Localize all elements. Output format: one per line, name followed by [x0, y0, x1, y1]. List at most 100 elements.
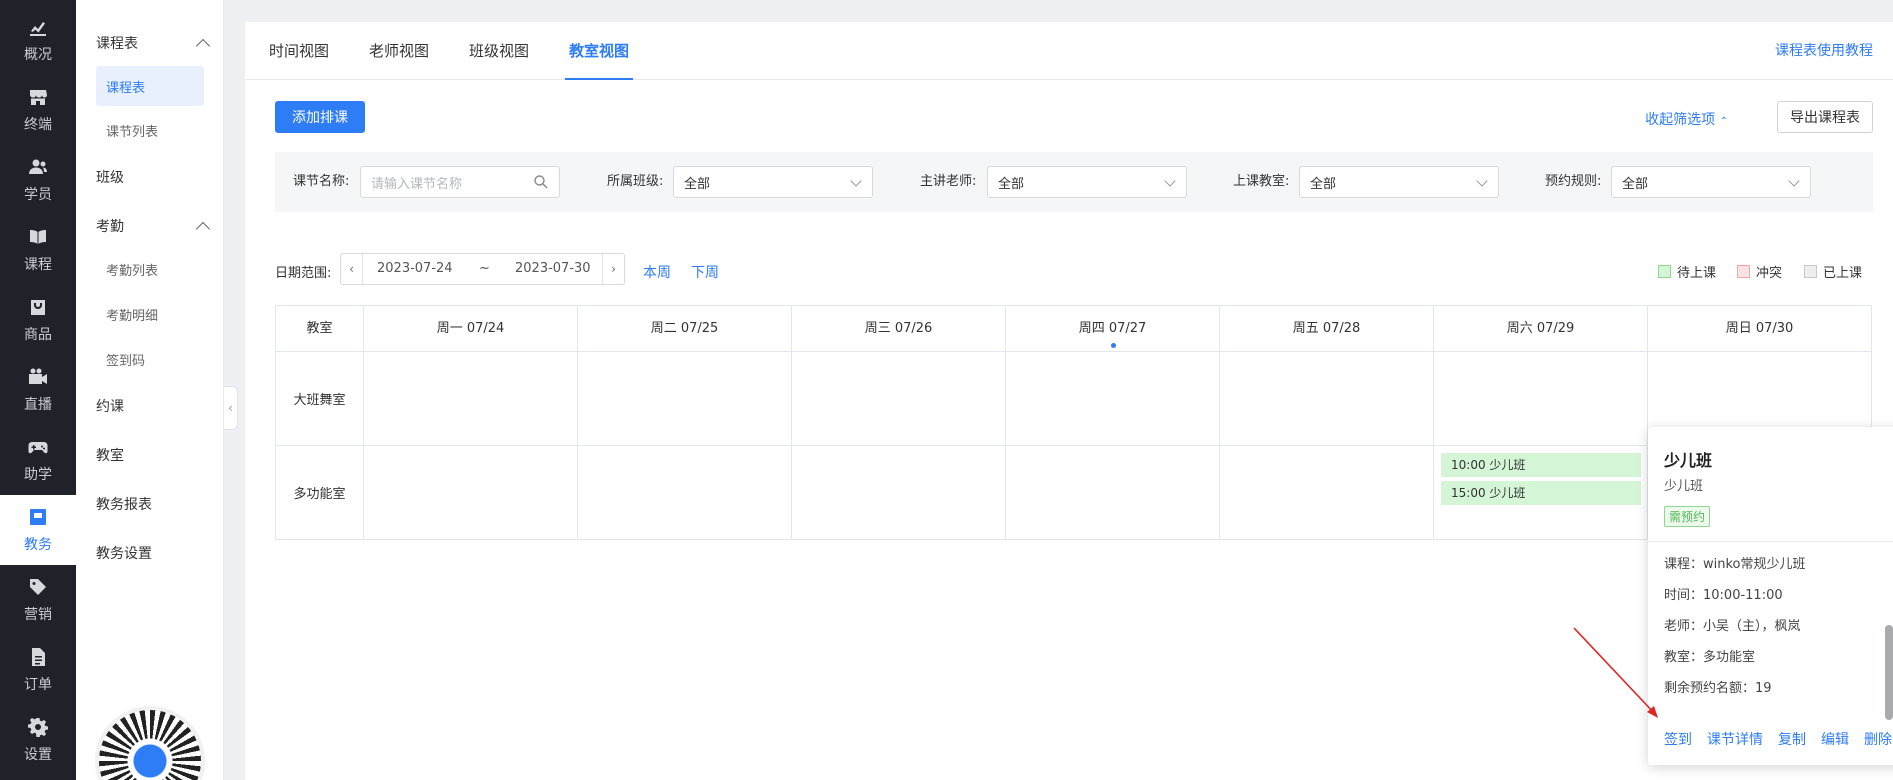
schedule-event[interactable]: 10:00 少儿班 — [1441, 453, 1641, 477]
calendar-icon — [27, 506, 49, 528]
tag-icon — [27, 576, 49, 598]
delete-action[interactable]: 删除 — [1864, 729, 1892, 749]
sidebar-item-schedule[interactable]: 课程表 — [96, 66, 204, 106]
tab-teacher-view[interactable]: 老师视图 — [369, 22, 429, 80]
grid-cell[interactable] — [364, 352, 578, 446]
sidebar-item-attendance-detail[interactable]: 考勤明细 — [76, 294, 224, 334]
filter-label-classroom: 上课教室: — [1233, 174, 1290, 189]
tab-class-view[interactable]: 班级视图 — [469, 22, 529, 80]
popover-title: 少儿班 — [1664, 451, 1713, 470]
filter-label-class: 所属班级: — [607, 174, 664, 189]
sidebar-item-attendance-list[interactable]: 考勤列表 — [76, 249, 224, 289]
nav-item-overview[interactable]: 概况 — [0, 5, 76, 75]
nav-item-terminal[interactable]: 终端 — [0, 75, 76, 145]
sidebar-item-label: 考勤列表 — [106, 263, 159, 279]
sidebar-item-class[interactable]: 班级 — [76, 157, 224, 197]
users-icon — [27, 156, 49, 178]
next-week-button[interactable]: › — [602, 254, 624, 284]
nav-item-orders[interactable]: 订单 — [0, 635, 76, 705]
next-week-link[interactable]: 下周 — [691, 262, 719, 282]
grid-cell[interactable] — [792, 352, 1006, 446]
date-range-picker[interactable]: ‹ 2023-07-24 ~ 2023-07-30 › — [340, 253, 625, 285]
nav-item-assist[interactable]: 助学 — [0, 425, 76, 495]
sidebar-item-checkin-code[interactable]: 签到码 — [76, 339, 224, 379]
classroom-select[interactable]: 全部 — [1299, 166, 1499, 198]
sidebar-group-schedule[interactable]: 课程表 — [76, 23, 224, 63]
legend-swatch — [1658, 265, 1671, 278]
grid-cell[interactable] — [1006, 446, 1220, 539]
sidebar-item-lesson-list[interactable]: 课节列表 — [76, 110, 224, 150]
chevron-left-icon: ‹ — [228, 401, 233, 415]
view-tabs: 时间视图 老师视图 班级视图 教室视图 课程表使用教程 — [245, 22, 1893, 80]
nav-item-course[interactable]: 课程 — [0, 215, 76, 285]
popover-course: 课程：winko常规少儿班 — [1664, 557, 1806, 572]
sub-sidebar: 课程表 课程表 课节列表 班级 考勤 考勤列表 考勤明细 签到码 约课 教室 教… — [76, 0, 224, 780]
lesson-detail-popover: 少儿班 少儿班 需预约 课程：winko常规少儿班 时间：10:00-11:00… — [1648, 427, 1893, 765]
tab-classroom-view[interactable]: 教室视图 — [565, 22, 634, 80]
sidebar-item-report[interactable]: 教务报表 — [76, 484, 224, 524]
checkin-action[interactable]: 签到 — [1664, 729, 1692, 749]
teacher-select[interactable]: 全部 — [987, 166, 1187, 198]
edit-action[interactable]: 编辑 — [1821, 729, 1849, 749]
collapse-filter-toggle[interactable]: 收起筛选项 ⌃ — [1645, 109, 1728, 129]
grid-cell[interactable] — [1220, 352, 1434, 446]
schedule-help-link[interactable]: 课程表使用教程 — [1775, 22, 1873, 80]
sidebar-item-settings[interactable]: 教务设置 — [76, 533, 224, 573]
legend-swatch — [1737, 265, 1750, 278]
legend-pending: 待上课 — [1658, 262, 1716, 281]
page-scrollbar[interactable] — [1885, 625, 1893, 720]
nav-item-academic[interactable]: 教务 — [0, 495, 76, 565]
nav-item-goods[interactable]: 商品 — [0, 285, 76, 355]
lesson-detail-action[interactable]: 课节详情 — [1707, 729, 1763, 749]
schedule-event[interactable]: 15:00 少儿班 — [1441, 481, 1641, 505]
grid-cell[interactable] — [578, 446, 792, 539]
nav-label: 概况 — [24, 47, 52, 63]
grid-cell[interactable] — [1434, 352, 1648, 446]
grid-cell[interactable] — [364, 446, 578, 539]
grid-cell[interactable] — [578, 352, 792, 446]
grid-cell[interactable] — [1006, 352, 1220, 446]
export-schedule-button[interactable]: 导出课程表 — [1777, 101, 1873, 133]
nav-item-marketing[interactable]: 营销 — [0, 565, 76, 635]
filter-bar: 课节名称: 请输入课节名称 所属班级: 全部 主讲老师: 全部 上课教室: 全部… — [275, 152, 1873, 212]
sidebar-group-attendance[interactable]: 考勤 — [76, 206, 224, 246]
popover-room: 教室：多功能室 — [1664, 650, 1756, 665]
popover-remaining: 剩余预约名额：19 — [1664, 681, 1772, 696]
popover-subtitle: 少儿班 — [1664, 479, 1704, 494]
mini-program-qrcode — [95, 706, 205, 780]
prev-week-button[interactable]: ‹ — [341, 254, 363, 284]
video-icon — [27, 366, 49, 388]
sidebar-item-label: 课节列表 — [106, 124, 159, 140]
class-select[interactable]: 全部 — [673, 166, 873, 198]
nav-label: 课程 — [24, 257, 52, 273]
grid-header-day: 周五 07/28 — [1220, 306, 1434, 352]
chevron-up-icon — [195, 38, 211, 53]
booking-rule-select[interactable]: 全部 — [1611, 166, 1811, 198]
nav-item-students[interactable]: 学员 — [0, 145, 76, 215]
chevron-down-icon — [850, 175, 862, 187]
grid-room-name: 大班舞室 — [276, 352, 364, 446]
grid-cell[interactable] — [1220, 446, 1434, 539]
grid-room-name: 多功能室 — [276, 446, 364, 539]
sidebar-item-label: 教室 — [96, 448, 124, 464]
select-value: 全部 — [684, 176, 711, 192]
nav-item-live[interactable]: 直播 — [0, 355, 76, 425]
grid-header-day: 周一 07/24 — [364, 306, 578, 352]
this-week-link[interactable]: 本周 — [643, 262, 671, 282]
bag-icon — [27, 296, 49, 318]
sidebar-collapse-toggle[interactable]: ‹ — [224, 386, 238, 430]
chevron-down-icon — [1164, 175, 1176, 187]
sidebar-item-booking[interactable]: 约课 — [76, 386, 224, 426]
copy-action[interactable]: 复制 — [1778, 729, 1806, 749]
sidebar-item-classroom[interactable]: 教室 — [76, 435, 224, 475]
add-schedule-button[interactable]: 添加排课 — [275, 101, 365, 133]
grid-header-day: 周三 07/26 — [792, 306, 1006, 352]
gear-icon — [27, 716, 49, 738]
sidebar-item-label: 考勤明细 — [106, 308, 159, 324]
grid-cell[interactable] — [792, 446, 1006, 539]
lesson-name-search-input[interactable]: 请输入课节名称 — [360, 166, 560, 198]
nav-item-settings[interactable]: 设置 — [0, 705, 76, 775]
popover-divider — [1648, 541, 1893, 542]
tab-time-view[interactable]: 时间视图 — [269, 22, 329, 80]
today-indicator — [1111, 343, 1116, 348]
